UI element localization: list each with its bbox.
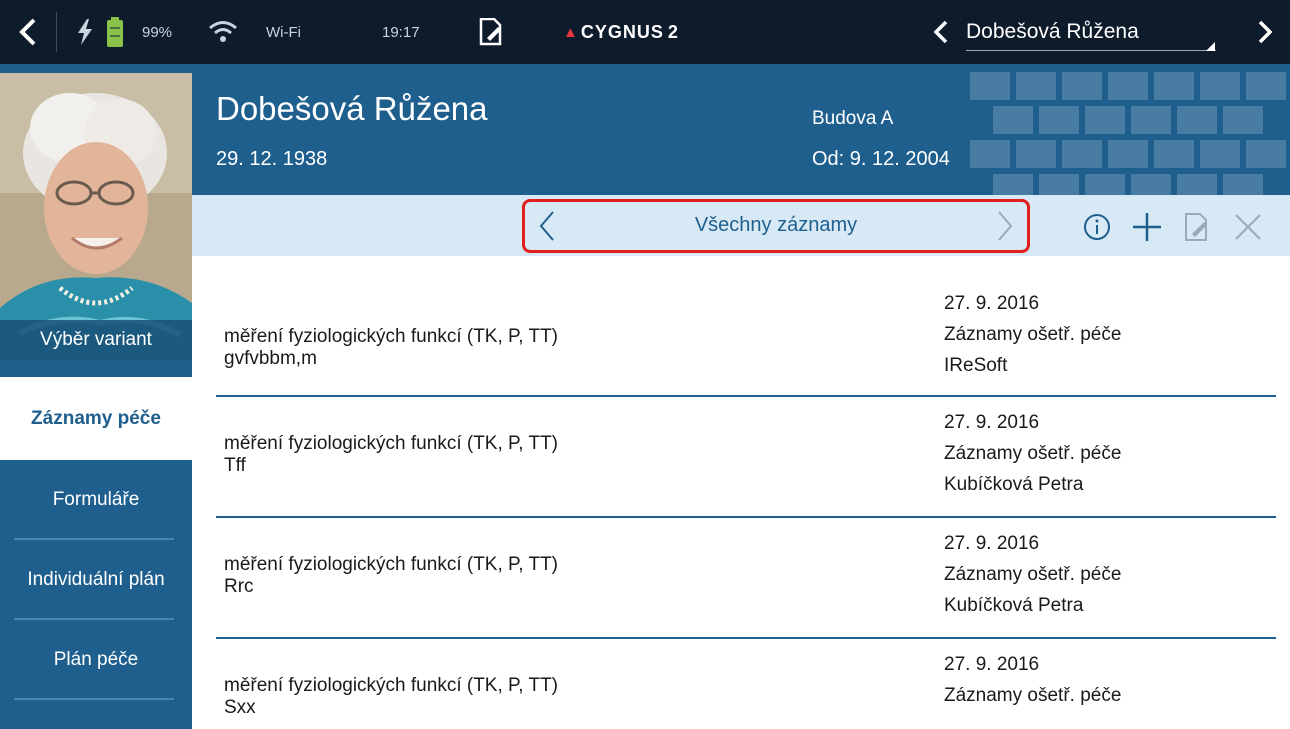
- add-record-button[interactable]: [1127, 207, 1167, 247]
- filter-bar: Všechny záznamy: [192, 195, 1290, 256]
- info-button[interactable]: [1077, 207, 1117, 247]
- list-item[interactable]: měření fyziologických funkcí (TK, P, TT)…: [216, 397, 1276, 518]
- record-type: Záznamy ošetř. péče: [944, 564, 1122, 585]
- record-description: měření fyziologických funkcí (TK, P, TT)…: [224, 554, 924, 598]
- record-description: měření fyziologických funkcí (TK, P, TT)…: [224, 433, 924, 477]
- chevron-left-icon: [933, 20, 948, 44]
- logo-text: CYGNUS: [580, 21, 664, 42]
- record-type: Záznamy ošetř. péče: [944, 443, 1122, 464]
- sidebar-item-care-records[interactable]: Záznamy péče: [0, 377, 192, 460]
- divider: [56, 12, 57, 52]
- edit-record-button[interactable]: [1177, 207, 1217, 247]
- record-note: Tff: [224, 455, 246, 476]
- list-item[interactable]: měření fyziologických funkcí (TK, P, TT)…: [216, 639, 1276, 729]
- battery-percent: 99%: [142, 23, 173, 41]
- record-title: měření fyziologických funkcí (TK, P, TT): [224, 554, 559, 575]
- battery-icon: [106, 0, 124, 64]
- sidebar: Výběr variant Záznamy péče Formuláře Ind…: [0, 64, 192, 729]
- next-patient-button[interactable]: [1248, 0, 1282, 64]
- back-button[interactable]: [10, 0, 46, 64]
- edit-document-icon: [1185, 213, 1207, 241]
- info-icon: [1084, 214, 1110, 240]
- previous-filter-button[interactable]: [532, 203, 562, 249]
- header-pattern: [970, 72, 1286, 195]
- close-icon: [1235, 214, 1261, 240]
- chevron-right-icon: [1258, 20, 1273, 44]
- records-list: měření fyziologických funkcí (TK, P, TT)…: [192, 256, 1290, 729]
- record-meta: 27. 9. 2016 Záznamy ošetř. péče Kubíčkov…: [944, 407, 1274, 500]
- patient-header: Dobešová Růžena 29. 12. 1938 Budova A Od…: [192, 64, 1290, 195]
- record-meta: 27. 9. 2016 Záznamy ošetř. péče: [944, 649, 1274, 711]
- record-title: měření fyziologických funkcí (TK, P, TT): [224, 326, 559, 347]
- patient-selector-underline: [966, 50, 1216, 51]
- record-meta: 27. 9. 2016 Záznamy ošetř. péče Kubíčkov…: [944, 528, 1274, 621]
- chevron-left-icon: [539, 211, 554, 241]
- record-date: 27. 9. 2016: [944, 412, 1040, 433]
- logo-suffix: 2: [667, 21, 679, 42]
- record-author: IReSoft: [944, 355, 1008, 376]
- list-item[interactable]: měření fyziologických funkcí (TK, P, TT)…: [216, 276, 1276, 397]
- record-description: měření fyziologických funkcí (TK, P, TT)…: [224, 675, 924, 719]
- wifi-icon: [208, 0, 238, 64]
- sign-document-icon[interactable]: [478, 0, 504, 64]
- wifi-label: Wi-Fi: [266, 23, 301, 41]
- dropdown-caret-icon: [1206, 42, 1215, 51]
- previous-patient-button[interactable]: [926, 0, 956, 64]
- patient-admission-date: Od: 9. 12. 2004: [812, 148, 950, 170]
- record-type: Záznamy ošetř. péče: [944, 685, 1122, 706]
- delete-record-button[interactable]: [1228, 207, 1268, 247]
- record-author: Kubíčková Petra: [944, 595, 1084, 616]
- next-filter-button[interactable]: [990, 203, 1020, 249]
- record-note: Sxx: [224, 697, 256, 718]
- record-description: měření fyziologických funkcí (TK, P, TT)…: [224, 326, 924, 370]
- chevron-right-icon: [998, 211, 1013, 241]
- patient-photo: [0, 73, 192, 359]
- charging-icon: [76, 0, 94, 64]
- sidebar-item-variants[interactable]: Výběr variant: [0, 320, 192, 360]
- record-title: měření fyziologických funkcí (TK, P, TT): [224, 675, 559, 696]
- clock: 19:17: [382, 23, 420, 41]
- record-author: Kubíčková Petra: [944, 474, 1084, 495]
- patient-building: Budova A: [812, 108, 894, 129]
- patient-name: Dobešová Růžena: [216, 90, 488, 127]
- list-item[interactable]: měření fyziologických funkcí (TK, P, TT)…: [216, 518, 1276, 639]
- chevron-left-icon: [19, 18, 36, 46]
- status-bar: 99% Wi-Fi 19:17 ▲ CYGNUS 2 Dobešová Růže…: [0, 0, 1290, 64]
- sidebar-item-care-plan[interactable]: Plán péče: [0, 620, 192, 700]
- record-date: 27. 9. 2016: [944, 654, 1040, 675]
- sidebar-item-individual-plan[interactable]: Individuální plán: [0, 540, 192, 620]
- record-meta: 27. 9. 2016 Záznamy ošetř. péče IReSoft: [944, 288, 1274, 381]
- record-title: měření fyziologických funkcí (TK, P, TT): [224, 433, 559, 454]
- patient-selector[interactable]: Dobešová Růžena: [966, 0, 1216, 64]
- filter-label[interactable]: Všechny záznamy: [572, 195, 980, 256]
- record-date: 27. 9. 2016: [944, 533, 1040, 554]
- record-note: Rrc: [224, 576, 254, 597]
- plus-icon: [1133, 213, 1161, 241]
- logo-mark-icon: ▲: [563, 23, 579, 41]
- record-date: 27. 9. 2016: [944, 293, 1040, 314]
- record-type: Záznamy ošetř. péče: [944, 324, 1122, 345]
- sidebar-item-forms[interactable]: Formuláře: [0, 460, 192, 540]
- patient-birth-date: 29. 12. 1938: [216, 148, 328, 170]
- divider: [14, 698, 174, 700]
- app-logo: ▲ CYGNUS 2: [563, 0, 679, 64]
- record-note: gvfvbbm,m: [224, 348, 317, 369]
